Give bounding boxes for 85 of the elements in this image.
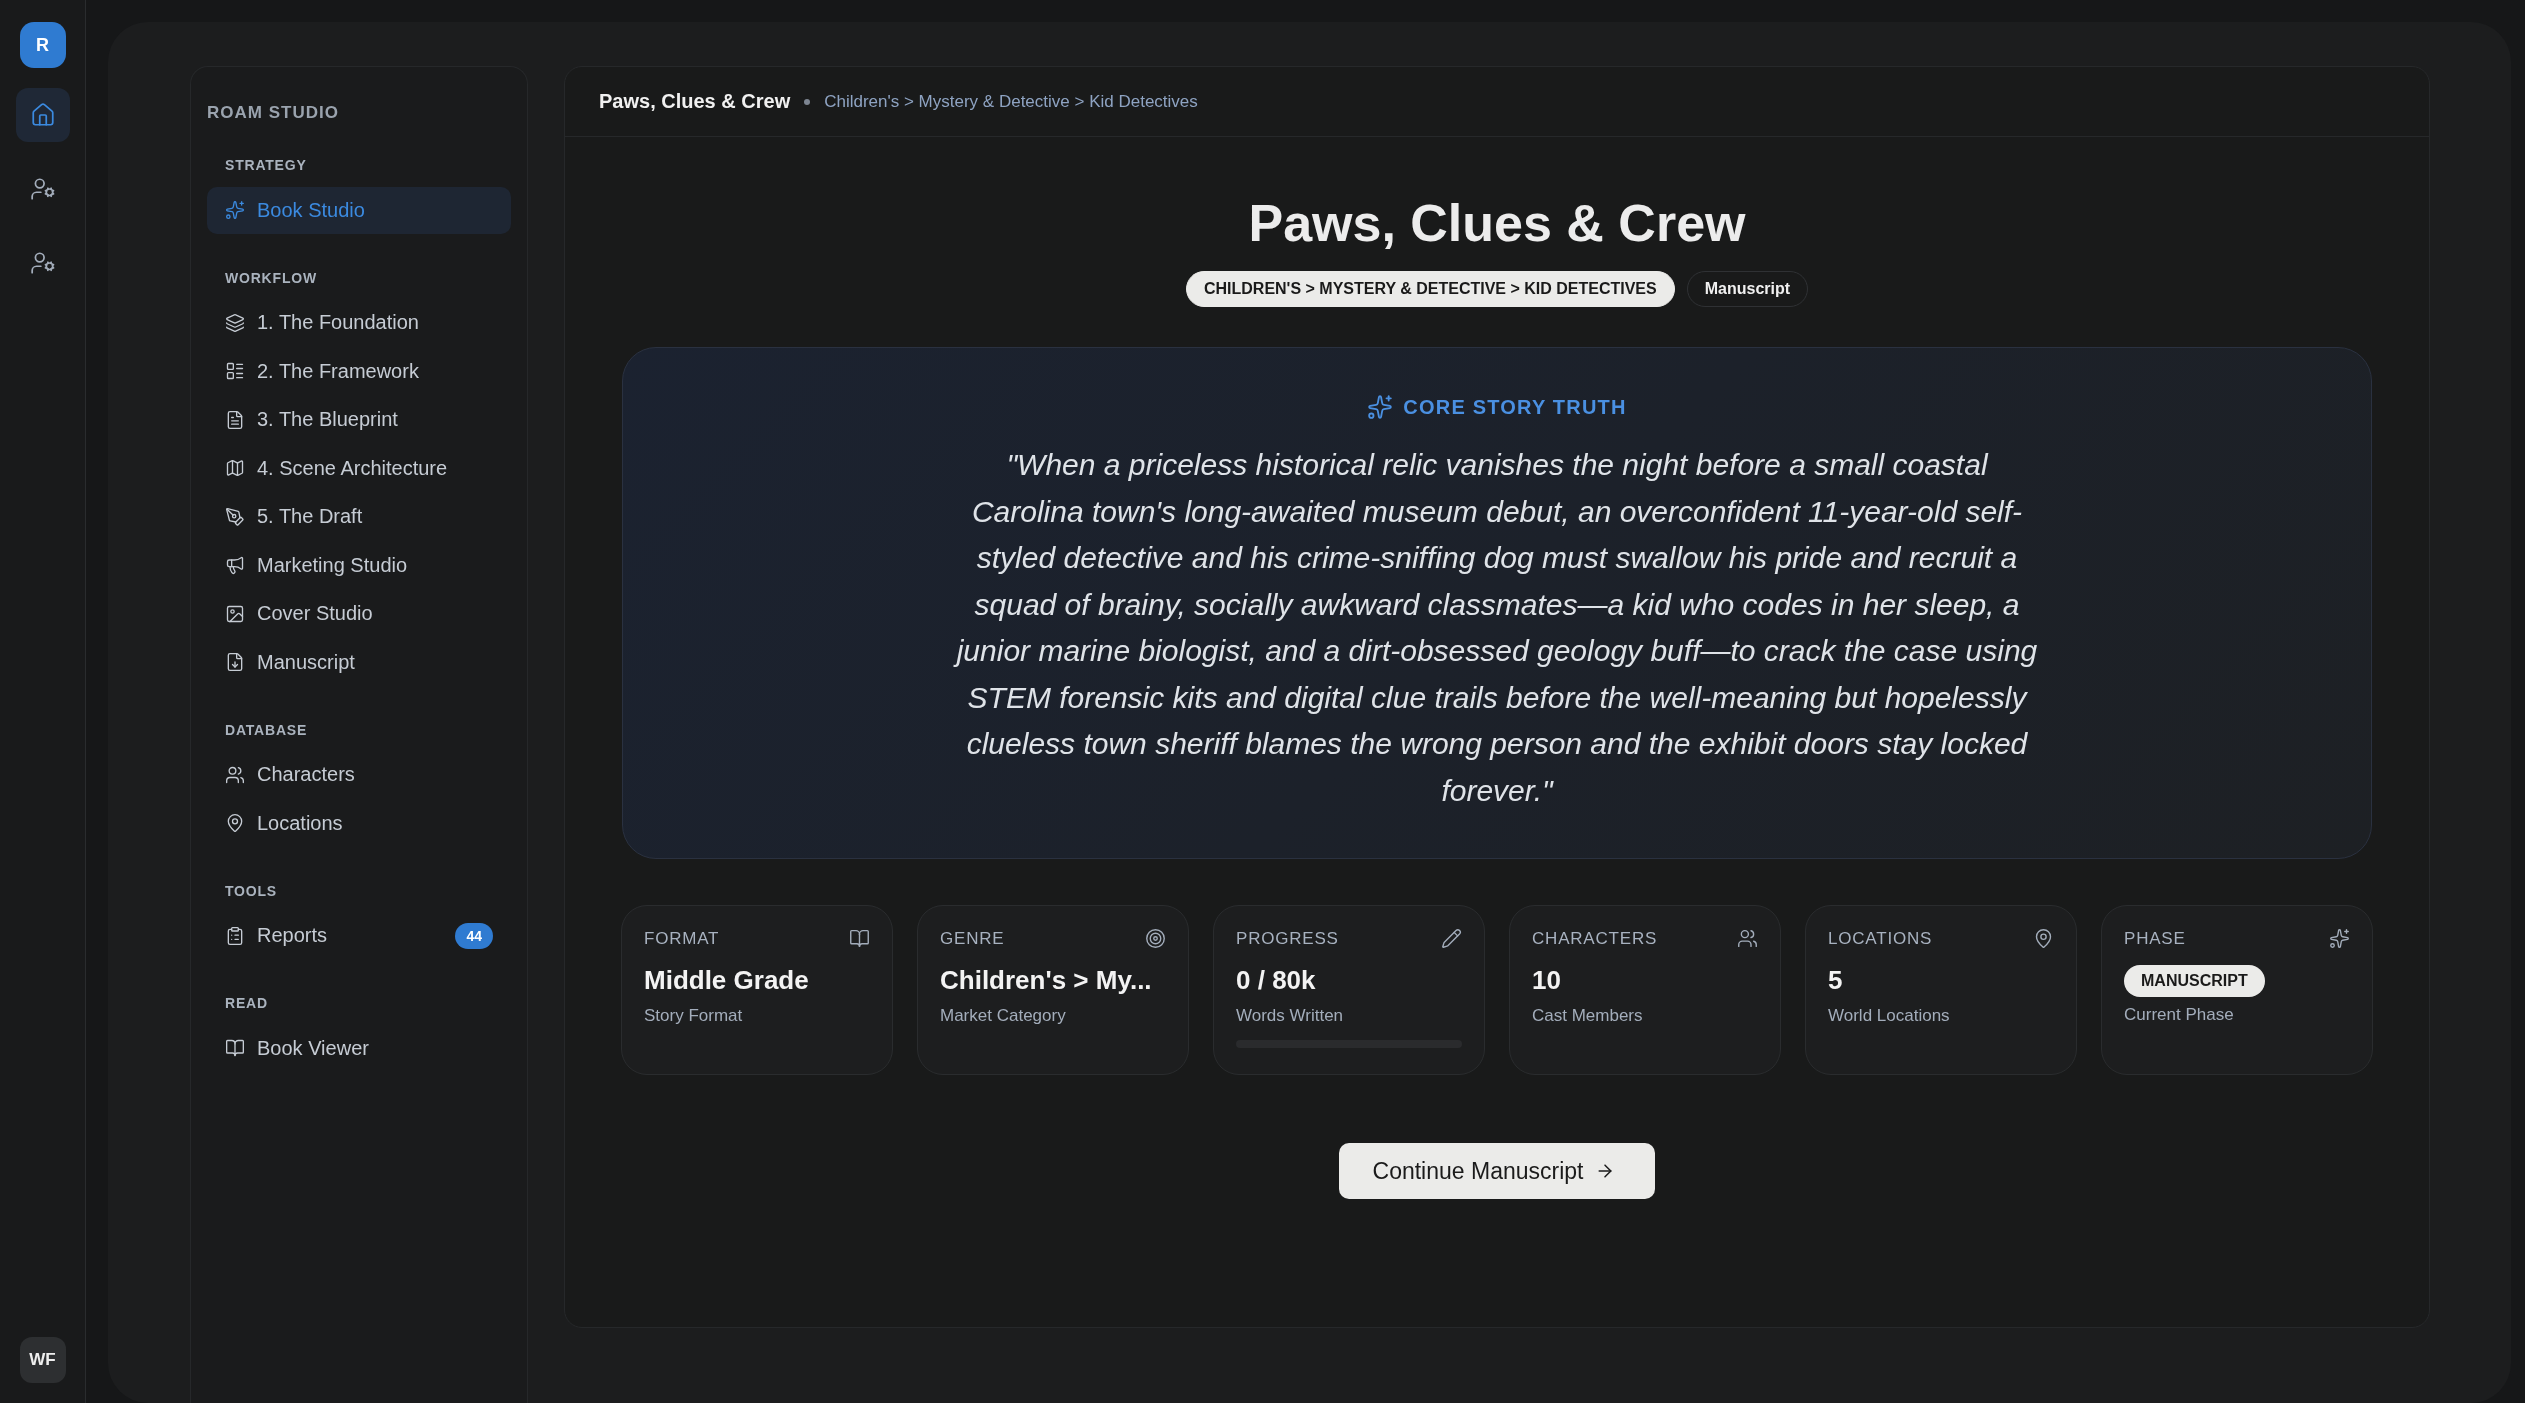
stat-icon: [2033, 928, 2054, 949]
item-label: 2. The Framework: [257, 359, 419, 383]
separator-dot: [804, 98, 811, 105]
section-heading: STRATEGY: [224, 157, 308, 173]
stat-value: 0 / 80k: [1236, 965, 1317, 996]
sidebar-item[interactable]: 2. The Framework: [207, 348, 511, 395]
item-icon: [225, 361, 245, 382]
stat-icon: [1441, 928, 1462, 949]
stat-value: 10: [1532, 965, 1562, 996]
item-icon: [225, 312, 245, 333]
item-label: 3. The Blueprint: [257, 408, 398, 432]
item-icon: [225, 200, 245, 221]
sidebar-item[interactable]: Cover Studio: [207, 590, 511, 637]
item-icon: [225, 555, 245, 576]
item-icon: [225, 1038, 245, 1059]
tag: CHILDREN'S > MYSTERY & DETECTIVE > KID DETECTIVES: [1185, 271, 1675, 307]
stat-label: LOCATIONS: [1828, 928, 1933, 949]
stat-icon: [849, 928, 870, 949]
sidebar-item[interactable]: 5. The Draft: [207, 493, 511, 540]
story-quote: "When a priceless historical relic vanishes the night before a small coastal Carolina town's long-awaited museum debut, an overconfident 11-year-old self-styled detective and his crime-sniffing dog must swallow his pride and recruit a squad of brainy, socially awkward classmates—a kid who codes in her sleep, a junior marine biologist, and a dirt-obsessed geology buff—to crack the case using STEM forensic kits and digital clue trails before the well-meaning but hopelessly clueless town sheriff blames the wrong person and the exhibit doors stay locked forever.": [952, 442, 2042, 814]
page-title: Paws, Clues & Crew: [1248, 193, 1746, 253]
sidebar-item[interactable]: Manuscript: [207, 639, 511, 686]
section-heading: READ: [224, 995, 269, 1011]
section-heading: TOOLS: [224, 882, 278, 899]
section-heading: WORKFLOW: [224, 269, 318, 286]
section-heading: DATABASE: [224, 721, 309, 738]
category-path: Children's > Mystery & Detective > Kid Detectives: [824, 91, 1198, 112]
book-title: Paws, Clues & Crew: [599, 90, 791, 113]
sidebar-item[interactable]: Reports 44: [207, 912, 511, 959]
sidebar-item[interactable]: Characters: [207, 751, 511, 798]
item-label: Characters: [257, 763, 355, 787]
sidebar-item[interactable]: Locations: [207, 800, 511, 847]
user-avatar[interactable]: R: [19, 22, 66, 68]
user-gear-icon: [29, 250, 56, 276]
item-label: Cover Studio: [257, 602, 373, 626]
sparkle-icon: [1367, 394, 1394, 420]
sidebar-item[interactable]: 4. Scene Architecture: [207, 445, 511, 492]
stat-icon: [2329, 928, 2350, 949]
sidebar-item[interactable]: Book Studio: [207, 187, 511, 234]
item-label: Reports: [257, 924, 328, 948]
item-icon: [225, 506, 245, 527]
stat-value: 5: [1828, 965, 1844, 996]
continue-button[interactable]: Continue Manuscript: [1338, 1143, 1656, 1199]
stat-value: Children's > My...: [940, 965, 1153, 996]
user-avatar[interactable]: WF: [19, 1337, 66, 1383]
item-label: 5. The Draft: [257, 505, 363, 529]
item-label: Marketing Studio: [257, 553, 408, 577]
item-label: Manuscript: [257, 650, 355, 674]
item-label: 4. Scene Architecture: [257, 456, 448, 480]
user-gear-icon: [29, 176, 56, 202]
stat-caption: Current Phase: [2124, 1005, 2235, 1025]
item-label: Book Studio: [257, 198, 365, 222]
item-label: Book Viewer: [257, 1036, 369, 1060]
sidebar-item[interactable]: 3. The Blueprint: [207, 396, 511, 443]
phase-badge: MANUSCRIPT: [2124, 965, 2265, 997]
stat-caption: Story Format: [644, 1006, 744, 1026]
item-label: 1. The Foundation: [257, 311, 419, 335]
stat-icon: [1737, 928, 1758, 949]
item-label: Locations: [257, 811, 343, 835]
stat-caption: World Locations: [1828, 1006, 1951, 1026]
stat-label: FORMAT: [644, 928, 720, 949]
count-badge: 44: [455, 922, 493, 949]
stat-caption: Words Written: [1236, 1006, 1345, 1026]
home-button[interactable]: [15, 88, 70, 142]
sidebar-item[interactable]: Book Viewer: [207, 1025, 511, 1072]
stat-value: Middle Grade: [644, 965, 810, 996]
item-icon: [225, 764, 245, 785]
sidebar-item[interactable]: 1. The Foundation: [207, 299, 511, 346]
item-icon: [225, 458, 245, 479]
item-icon: [225, 925, 245, 946]
item-icon: [225, 409, 245, 430]
item-icon: [225, 652, 245, 673]
item-icon: [225, 603, 245, 624]
stat-caption: Market Category: [940, 1006, 1067, 1026]
stat-label: GENRE: [940, 928, 1005, 949]
stat-label: PROGRESS: [1236, 928, 1339, 949]
stat-label: PHASE: [2124, 928, 2186, 949]
card-heading: CORE STORY TRUTH: [1403, 395, 1627, 419]
item-icon: [225, 813, 245, 834]
stat-icon: [1145, 928, 1166, 949]
stat-label: CHARACTERS: [1532, 928, 1658, 949]
stat-caption: Cast Members: [1532, 1006, 1644, 1026]
brand-label: ROAM STUDIO: [207, 103, 340, 123]
home-icon: [29, 102, 56, 128]
sidebar-item[interactable]: Marketing Studio: [207, 542, 511, 589]
